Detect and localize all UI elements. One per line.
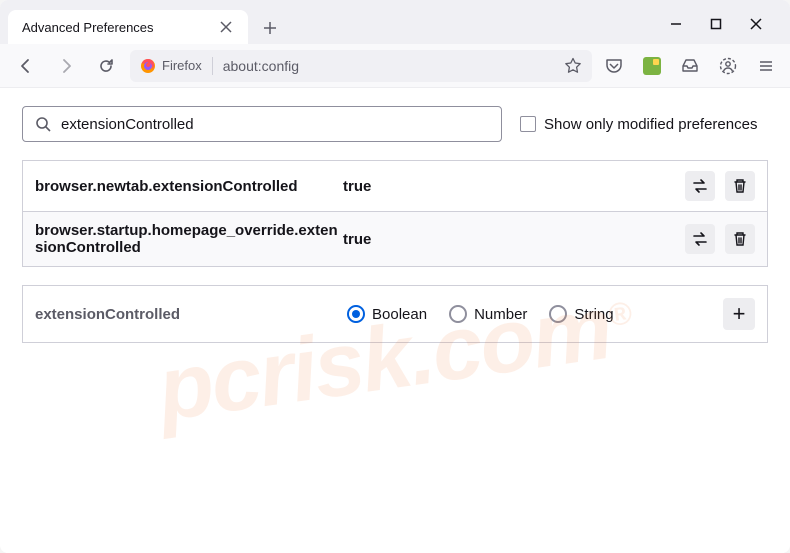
preference-row: browser.newtab.extensionControlled true	[23, 161, 767, 212]
back-button[interactable]	[10, 50, 42, 82]
content-area: extensionControlled Show only modified p…	[0, 88, 790, 553]
type-radio-group: Boolean Number String	[347, 305, 709, 323]
new-tab-button[interactable]	[254, 12, 286, 44]
site-identity[interactable]: Firefox	[140, 58, 202, 74]
search-input[interactable]: extensionControlled	[22, 106, 502, 142]
firefox-icon	[140, 58, 156, 74]
pref-value: true	[343, 178, 685, 195]
radio-icon	[347, 305, 365, 323]
pref-name: browser.newtab.extensionControlled	[35, 178, 343, 195]
url-bar[interactable]: Firefox about:config	[130, 50, 592, 82]
search-icon	[35, 116, 51, 132]
close-window-button[interactable]	[748, 16, 764, 32]
menu-icon[interactable]	[752, 52, 780, 80]
show-modified-checkbox[interactable]: Show only modified preferences	[520, 116, 757, 133]
forward-button[interactable]	[50, 50, 82, 82]
tab[interactable]: Advanced Preferences	[8, 10, 248, 44]
toggle-button[interactable]	[685, 224, 715, 254]
radio-boolean[interactable]: Boolean	[347, 305, 427, 323]
new-preference: extensionControlled Boolean Number Strin…	[22, 285, 768, 343]
preference-row: browser.startup.homepage_override.extens…	[23, 212, 767, 266]
preference-list: browser.newtab.extensionControlled true …	[22, 160, 768, 267]
radio-icon	[549, 305, 567, 323]
delete-button[interactable]	[725, 224, 755, 254]
radio-label: Boolean	[372, 306, 427, 323]
minimize-button[interactable]	[668, 16, 684, 32]
pocket-icon[interactable]	[600, 52, 628, 80]
titlebar: Advanced Preferences	[0, 0, 790, 44]
pref-name: browser.startup.homepage_override.extens…	[35, 222, 343, 256]
bookmark-star-icon[interactable]	[564, 57, 582, 75]
add-button[interactable]: +	[723, 298, 755, 330]
toggle-button[interactable]	[685, 171, 715, 201]
inbox-icon[interactable]	[676, 52, 704, 80]
toolbar: Firefox about:config	[0, 44, 790, 88]
modified-label: Show only modified preferences	[544, 116, 757, 133]
account-icon[interactable]	[714, 52, 742, 80]
window-controls	[668, 16, 782, 44]
pref-value: true	[343, 231, 685, 248]
maximize-button[interactable]	[708, 16, 724, 32]
checkbox-icon	[520, 116, 536, 132]
radio-string[interactable]: String	[549, 305, 613, 323]
close-icon[interactable]	[218, 19, 234, 35]
tab-title: Advanced Preferences	[22, 20, 210, 35]
identity-label: Firefox	[162, 58, 202, 73]
search-value: extensionControlled	[61, 116, 194, 133]
extension-icon[interactable]	[638, 52, 666, 80]
delete-button[interactable]	[725, 171, 755, 201]
radio-number[interactable]: Number	[449, 305, 527, 323]
radio-label: Number	[474, 306, 527, 323]
reload-button[interactable]	[90, 50, 122, 82]
browser-window: Advanced Preferences	[0, 0, 790, 553]
new-pref-name: extensionControlled	[35, 306, 333, 323]
url-text: about:config	[223, 58, 554, 74]
radio-label: String	[574, 306, 613, 323]
radio-icon	[449, 305, 467, 323]
